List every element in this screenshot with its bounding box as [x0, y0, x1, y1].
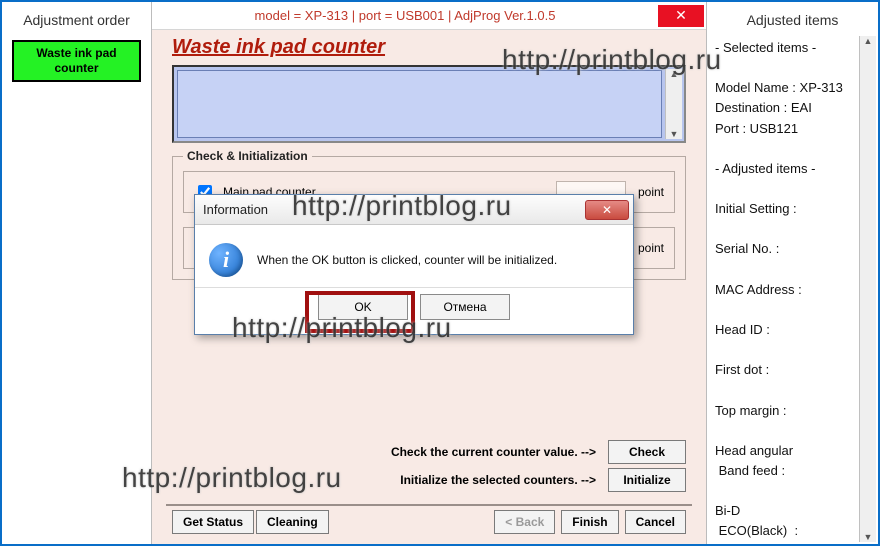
check-button[interactable]: Check — [608, 440, 686, 464]
cancel-button[interactable]: Cancel — [625, 510, 686, 534]
finish-button[interactable]: Finish — [561, 510, 618, 534]
waste-ink-pad-counter-button[interactable]: Waste ink padcounter — [12, 40, 141, 82]
confirmation-dialog: Information ✕ i When the OK button is cl… — [194, 194, 634, 335]
dialog-message: When the OK button is clicked, counter w… — [257, 253, 557, 267]
scroll-down-icon[interactable]: ▼ — [864, 532, 873, 542]
window-title: model = XP-313 | port = USB001 | AdjProg… — [152, 8, 658, 23]
adjusted-items-title: Adjusted items — [707, 2, 878, 36]
dialog-cancel-button[interactable]: Отмена — [420, 294, 510, 320]
adjusted-items-panel: Adjusted items - Selected items - Model … — [706, 2, 878, 544]
dialog-title: Information — [203, 202, 585, 217]
title-bar: model = XP-313 | port = USB001 | AdjProg… — [152, 2, 706, 30]
scroll-up-icon[interactable]: ▲ — [864, 36, 873, 46]
adjusted-items-scrollbar[interactable]: ▲ ▼ — [859, 36, 876, 542]
scroll-up-icon[interactable]: ▲ — [670, 69, 679, 79]
initialize-text: Initialize the selected counters. --> — [400, 473, 596, 487]
dialog-close-button[interactable]: ✕ — [585, 200, 629, 220]
main-pad-unit: point — [634, 185, 664, 199]
info-icon: i — [209, 243, 243, 277]
scroll-down-icon[interactable]: ▼ — [670, 129, 679, 139]
platen-pad-unit: point — [634, 241, 664, 255]
dialog-ok-button[interactable]: OK — [318, 294, 408, 320]
cleaning-button[interactable]: Cleaning — [256, 510, 329, 534]
initialize-button[interactable]: Initialize — [608, 468, 686, 492]
log-listbox[interactable]: ▲ ▼ — [172, 65, 686, 143]
log-listbox-content — [177, 70, 662, 138]
adjusted-items-content: - Selected items - Model Name : XP-313 D… — [709, 36, 859, 542]
check-initialization-legend: Check & Initialization — [183, 149, 312, 163]
back-button: < Back — [494, 510, 555, 534]
log-listbox-scrollbar[interactable]: ▲ ▼ — [665, 69, 682, 139]
page-title: Waste ink pad counter — [172, 36, 686, 59]
dialog-title-bar: Information ✕ — [195, 195, 633, 225]
footer-bar: Get Status Cleaning < Back Finish Cancel — [164, 510, 694, 536]
get-status-button[interactable]: Get Status — [172, 510, 254, 534]
adjusted-items-list[interactable]: - Selected items - Model Name : XP-313 D… — [709, 36, 876, 542]
adjustment-order-title: Adjustment order — [2, 2, 151, 36]
adjustment-order-panel: Adjustment order Waste ink padcounter — [2, 2, 152, 544]
check-text: Check the current counter value. --> — [391, 445, 596, 459]
close-button[interactable]: ✕ — [658, 5, 704, 27]
